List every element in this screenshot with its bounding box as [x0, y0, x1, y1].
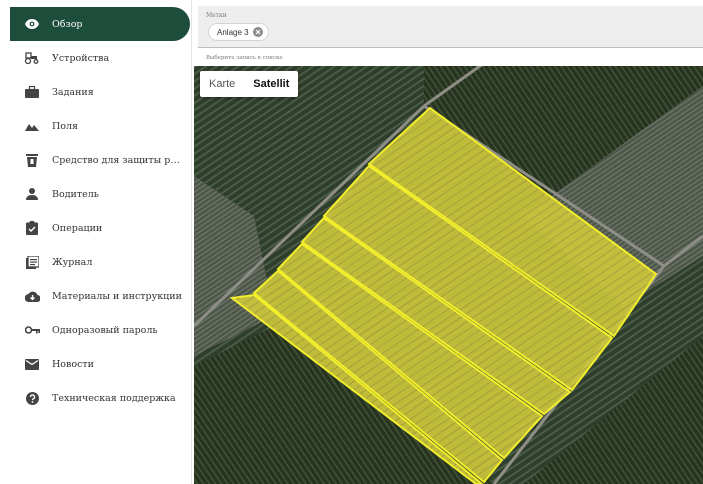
sidebar-item-label: Средство для защиты растен... [52, 154, 184, 166]
sidebar-item-label: Материалы и инструкции [52, 290, 182, 302]
sidebar-item-label: Устройства [52, 52, 110, 64]
help-icon [24, 390, 40, 406]
close-icon[interactable] [252, 27, 263, 37]
sidebar-item-label: Задания [52, 86, 94, 98]
filter-hint: Выберите запись в списке [206, 55, 283, 61]
person-icon [24, 186, 40, 202]
sidebar: Обзор Устройства Задания Поля Средство д… [0, 0, 192, 484]
sidebar-item-overview[interactable]: Обзор [10, 7, 190, 41]
sidebar-item-one-time-password[interactable]: Одноразовый пароль [10, 314, 188, 346]
sidebar-item-label: Журнал [52, 256, 93, 268]
sidebar-item-label: Поля [52, 120, 79, 132]
tab-map[interactable]: Karte [200, 71, 244, 97]
sidebar-item-fields[interactable]: Поля [10, 110, 188, 142]
map-type-toggle: Karte Satellit [200, 71, 299, 97]
sidebar-item-journal[interactable]: Журнал [10, 246, 188, 278]
sidebar-item-driver[interactable]: Водитель [10, 178, 188, 210]
sidebar-item-label: Техническая поддержка [52, 392, 176, 404]
sidebar-item-label: Новости [52, 358, 94, 370]
trash-can-icon [24, 152, 40, 168]
sidebar-item-tasks[interactable]: Задания [10, 76, 188, 108]
satellite-map[interactable]: Karte Satellit [194, 66, 703, 484]
tractor-icon [24, 50, 40, 66]
clipboard-check-icon [24, 220, 40, 236]
key-icon [24, 322, 40, 338]
journal-icon [24, 254, 40, 270]
tag-chip[interactable]: Anlage 3 [208, 23, 269, 41]
sidebar-item-news[interactable]: Новости [10, 348, 188, 380]
eye-icon [24, 16, 40, 32]
briefcase-icon [24, 84, 40, 100]
sidebar-item-devices[interactable]: Устройства [10, 42, 188, 74]
tag-filter-label: Метки [206, 12, 227, 19]
tag-filter-field[interactable]: Метки Anlage 3 [198, 6, 703, 48]
satellite-imagery [194, 66, 703, 484]
sidebar-item-label: Одноразовый пароль [52, 324, 158, 336]
sidebar-item-label: Операции [52, 222, 103, 234]
sidebar-item-materials[interactable]: Материалы и инструкции [10, 280, 188, 312]
terrain-icon [24, 118, 40, 134]
sidebar-item-label: Водитель [52, 188, 99, 200]
mail-icon [24, 356, 40, 372]
tag-chip-label: Anlage 3 [217, 27, 249, 37]
main-panel: Метки Anlage 3 Выберите запись в списке [192, 0, 703, 484]
sidebar-item-label: Обзор [52, 18, 83, 30]
sidebar-item-support[interactable]: Техническая поддержка [10, 382, 188, 414]
cloud-download-icon [24, 288, 40, 304]
tab-satellite[interactable]: Satellit [244, 71, 298, 97]
sidebar-item-plant-protection[interactable]: Средство для защиты растен... [10, 144, 188, 176]
sidebar-item-operations[interactable]: Операции [10, 212, 188, 244]
